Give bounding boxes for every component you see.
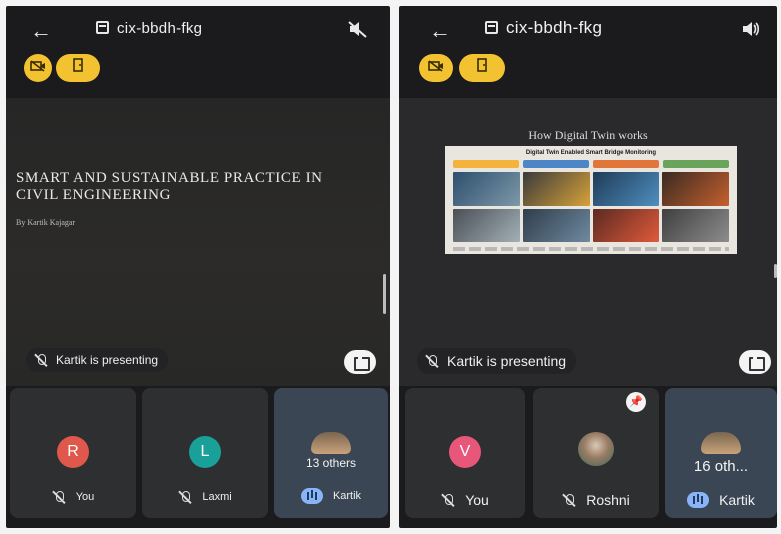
participant-tile[interactable]: V You	[405, 388, 525, 518]
meeting-code[interactable]: cix-bbdh-fkg	[485, 18, 602, 38]
right-meet-screen: ← cix-bbdh-fkg How Digital Twin works Di…	[399, 6, 777, 528]
participant-name: You	[465, 492, 489, 508]
participant-tile[interactable]: L Laxmi	[142, 388, 268, 518]
infographic-title: Digital Twin Enabled Smart Bridge Monito…	[525, 150, 657, 156]
slide-title: SMART AND SUSTAINABLE PRACTICE IN CIVIL …	[16, 170, 323, 203]
participant-name: Kartik	[719, 492, 755, 508]
infographic-steps	[453, 160, 729, 168]
slide-heading: How Digital Twin works	[528, 128, 648, 142]
speaking-icon	[300, 488, 323, 504]
mic-off-icon	[441, 493, 455, 507]
participant-name: Laxmi	[202, 491, 232, 503]
avatar-photo	[311, 432, 351, 454]
others-count: 16 oth...	[693, 458, 749, 475]
avatar-photo	[701, 432, 741, 454]
presenting-label: Kartik is presenting	[447, 353, 567, 369]
door-icon	[73, 58, 83, 72]
participant-name-row: Roshni	[533, 492, 659, 508]
participant-tile[interactable]: R You	[10, 388, 136, 518]
shared-slide: How Digital Twin works Digital Twin Enab…	[399, 98, 777, 386]
left-meet-screen: ← cix-bbdh-fkg SMART AND SUSTAINABLE PRA…	[6, 6, 390, 528]
top-bar: ← cix-bbdh-fkg	[399, 14, 777, 48]
infographic-image: Digital Twin Enabled Smart Bridge Monito…	[445, 146, 737, 254]
camera-off-icon	[30, 60, 45, 72]
avatar: V	[449, 436, 481, 468]
scrollbar[interactable]	[774, 264, 777, 278]
participant-name-row: Kartik	[274, 488, 388, 504]
infographic-caption	[453, 247, 729, 251]
scrollbar[interactable]	[383, 274, 386, 314]
shared-slide: SMART AND SUSTAINABLE PRACTICE IN CIVIL …	[6, 98, 390, 386]
meeting-code-text: cix-bbdh-fkg	[506, 18, 603, 37]
avatar-photo	[578, 432, 614, 466]
calendar-icon	[485, 21, 498, 34]
presenting-indicator: Kartik is presenting	[26, 348, 169, 372]
participant-tile-pinned[interactable]: 📌 Roshni	[533, 388, 659, 518]
back-arrow-icon[interactable]: ←	[429, 18, 451, 44]
participant-name-row: You	[10, 490, 136, 504]
fullscreen-button[interactable]	[344, 350, 376, 374]
presenting-label: Kartik is presenting	[56, 353, 159, 367]
back-arrow-icon[interactable]: ←	[30, 18, 52, 44]
mic-off-icon	[562, 493, 576, 507]
calendar-icon	[96, 21, 109, 34]
meeting-code[interactable]: cix-bbdh-fkg	[96, 20, 202, 37]
presenting-indicator: Kartik is presenting	[417, 348, 577, 374]
slide-author: By Kartik Kajagar	[16, 218, 76, 227]
mic-off-icon	[178, 490, 192, 504]
avatar: R	[57, 436, 89, 468]
participant-tile-others[interactable]: 16 oth... Kartik	[665, 388, 777, 518]
camera-off-icon	[428, 60, 443, 72]
speaker-off-icon[interactable]	[348, 20, 368, 43]
mic-off-icon	[34, 353, 48, 367]
speaking-icon	[687, 492, 710, 508]
pin-icon[interactable]: 📌	[626, 392, 646, 412]
mic-off-icon	[425, 354, 439, 368]
participant-name: Roshni	[586, 492, 630, 508]
participant-name: You	[75, 491, 95, 503]
participant-name: Kartik	[332, 490, 362, 502]
camera-toggle-chip[interactable]	[419, 54, 453, 82]
participant-name-row: Laxmi	[142, 490, 268, 504]
leave-room-chip[interactable]	[459, 54, 505, 82]
door-icon	[477, 58, 487, 72]
camera-toggle-chip[interactable]	[24, 54, 52, 82]
avatar: L	[189, 436, 221, 468]
meeting-code-text: cix-bbdh-fkg	[117, 20, 203, 37]
others-count: 13 others	[305, 456, 357, 470]
mic-off-icon	[52, 490, 66, 504]
speaker-icon[interactable]	[741, 20, 761, 43]
fullscreen-button[interactable]	[739, 350, 771, 374]
participant-tile-others[interactable]: 13 others Kartik	[274, 388, 388, 518]
leave-room-chip[interactable]	[56, 54, 100, 82]
infographic-photos	[453, 172, 729, 242]
top-bar: ← cix-bbdh-fkg	[6, 14, 390, 48]
participant-name-row: You	[405, 492, 525, 508]
participant-name-row: Kartik	[665, 492, 777, 508]
